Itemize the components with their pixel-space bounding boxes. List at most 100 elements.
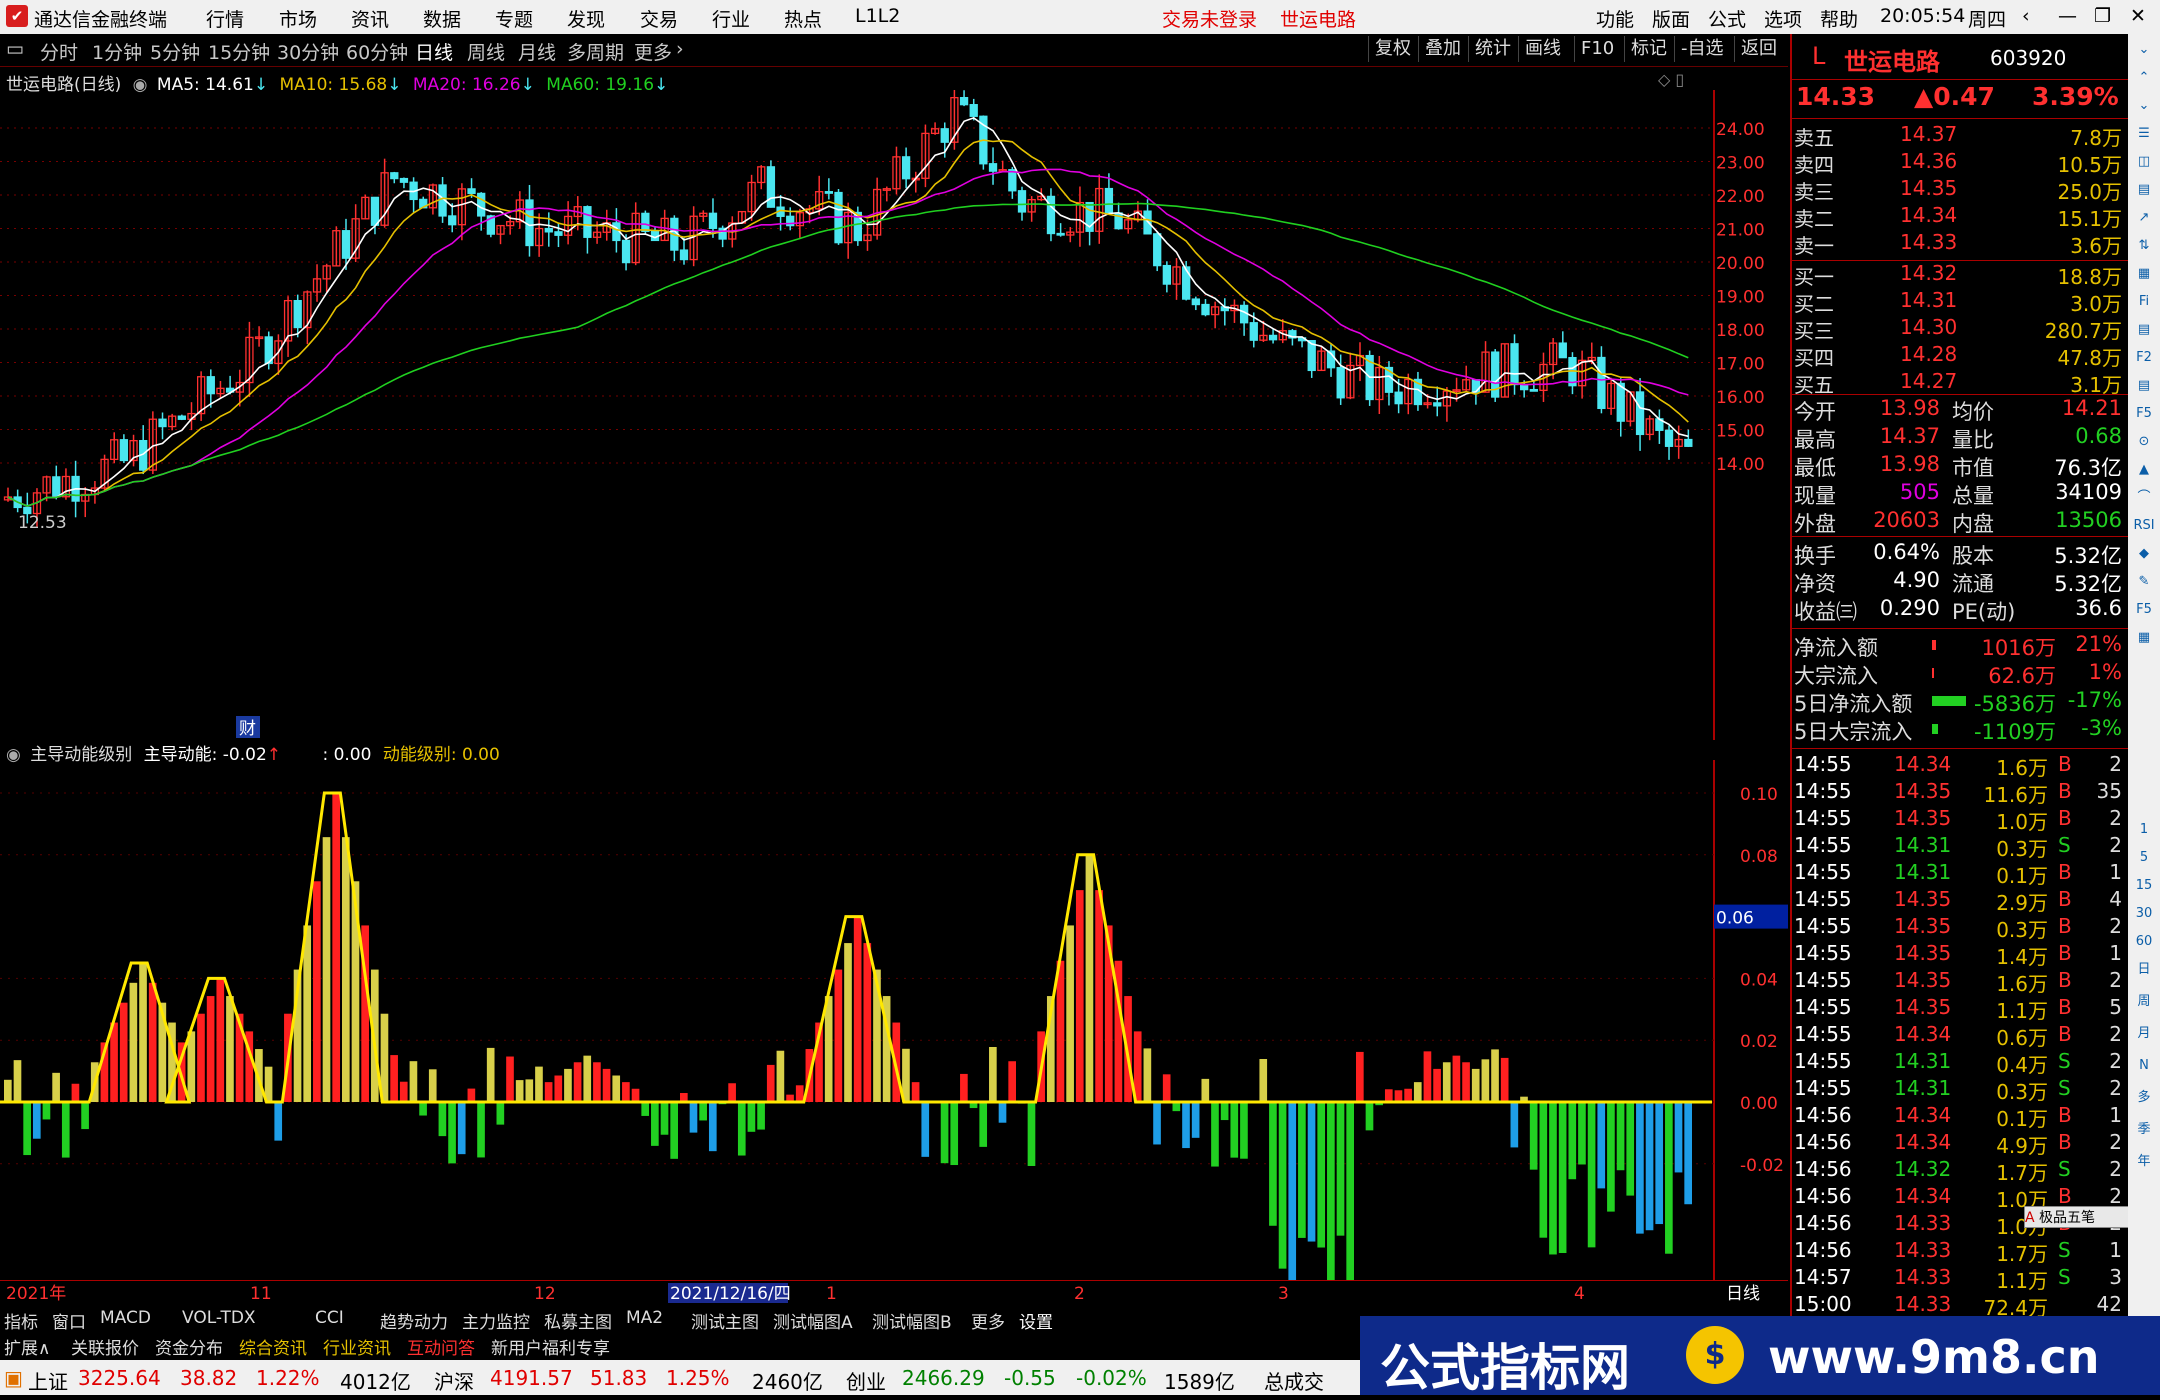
order-book-row[interactable]: 卖四 14.36 10.5万 [1792, 149, 2122, 177]
momentum-indicator-chart[interactable]: 0.10 0.08 0.04 0.02 0.00 -0.02 0.06 [0, 760, 1788, 1280]
strip-period-button[interactable]: 月 [2132, 1022, 2156, 1046]
more-chevron-icon[interactable]: › [676, 38, 684, 60]
tick-row[interactable]: 14:55 14.35 11.6万 B 35 [1792, 779, 2122, 807]
menu-formula[interactable]: 公式 [1708, 5, 1746, 32]
indicator-tab[interactable]: 更多 [971, 1308, 1005, 1333]
strip-period-number[interactable]: 30 [2132, 902, 2156, 926]
strip-tool-icon[interactable]: F5 [2132, 598, 2156, 622]
strip-tool-icon[interactable]: F5 [2132, 402, 2156, 426]
menu-industry[interactable]: 行业 [712, 5, 750, 32]
order-book-row[interactable]: 买三 14.30 280.7万 [1792, 315, 2122, 343]
tick-row[interactable]: 14:55 14.31 0.3万 S 2 [1792, 833, 2122, 861]
indicator-tab[interactable]: 测试主图 [691, 1308, 759, 1333]
menu-discover[interactable]: 发现 [567, 5, 605, 32]
strip-period-button[interactable]: 多 [2132, 1086, 2156, 1110]
order-book-row[interactable]: 买二 14.31 3.0万 [1792, 288, 2122, 316]
strip-tool-icon[interactable]: ⇅ [2132, 234, 2156, 258]
menu-function[interactable]: 功能 [1596, 5, 1634, 32]
menu-trade[interactable]: 交易 [640, 5, 678, 32]
order-book-row[interactable]: 卖五 14.37 7.8万 [1792, 122, 2122, 150]
menu-layout[interactable]: 版面 [1652, 5, 1690, 32]
menu-help[interactable]: 帮助 [1820, 5, 1858, 32]
menu-data[interactable]: 数据 [423, 5, 461, 32]
back-arrow-icon[interactable]: ‹ [2022, 5, 2030, 27]
tick-row[interactable]: 14:55 14.35 1.0万 B 2 [1792, 806, 2122, 834]
strip-tool-icon[interactable]: ◫ [2132, 150, 2156, 174]
indicator-tab[interactable]: 设置 [1019, 1308, 1053, 1333]
strip-tool-icon[interactable]: ⌄ [2132, 38, 2156, 62]
tab-60min[interactable]: 60分钟 [346, 38, 408, 65]
order-book-row[interactable]: 卖一 14.33 3.6万 [1792, 230, 2122, 258]
strip-period-number[interactable]: 15 [2132, 874, 2156, 898]
f10-button[interactable]: F10 [1574, 36, 1620, 62]
strip-period-button[interactable]: 周 [2132, 990, 2156, 1014]
fuquan-button[interactable]: 复权 [1368, 36, 1417, 62]
tab-30min[interactable]: 30分钟 [277, 38, 339, 65]
strip-tool-icon[interactable]: ☰ [2132, 122, 2156, 146]
tick-row[interactable]: 14:57 14.33 1.1万 S 3 [1792, 1265, 2122, 1293]
restore-icon[interactable]: ❐ [2094, 5, 2111, 27]
tick-row[interactable]: 14:56 14.34 0.1万 B 1 [1792, 1103, 2122, 1131]
menu-topic[interactable]: 专题 [495, 5, 533, 32]
indicator-tab[interactable]: 趋势动力 [380, 1308, 448, 1333]
strip-period-number[interactable]: 60 [2132, 930, 2156, 954]
chart-option-diamond-icon[interactable]: ◇ ▯ [1658, 70, 1684, 89]
strip-tool-icon[interactable]: ▦ [2132, 262, 2156, 286]
strip-tool-icon[interactable]: F2 [2132, 346, 2156, 370]
strip-tool-icon[interactable]: ▤ [2132, 318, 2156, 342]
indicator-tab[interactable]: CCI [315, 1308, 344, 1328]
strip-tool-icon[interactable]: ▲ [2132, 458, 2156, 482]
strip-tool-icon[interactable]: Fi [2132, 290, 2156, 314]
info-tab[interactable]: 新用户福利专享 [491, 1334, 610, 1359]
strip-tool-icon[interactable]: ⊙ [2132, 430, 2156, 454]
strip-tool-icon[interactable]: ◆ [2132, 542, 2156, 566]
strip-tool-icon[interactable]: ⌒ [2132, 486, 2156, 510]
sh-label[interactable]: 上证 [28, 1366, 68, 1395]
return-button[interactable]: 返回 [1734, 36, 1783, 62]
tick-row[interactable]: 14:56 14.34 4.9万 B 2 [1792, 1130, 2122, 1158]
strip-period-button[interactable]: N [2132, 1054, 2156, 1078]
strip-tool-icon[interactable]: ⌃ [2132, 66, 2156, 90]
order-book-row[interactable]: 卖二 14.34 15.1万 [1792, 203, 2122, 231]
order-book-row[interactable]: 买五 14.27 3.1万 [1792, 369, 2122, 397]
menu-options[interactable]: 选项 [1764, 5, 1802, 32]
tick-row[interactable]: 14:56 14.32 1.7万 S 2 [1792, 1157, 2122, 1185]
info-tab[interactable]: 行业资讯 [323, 1334, 391, 1359]
indicator-tab[interactable]: MACD [100, 1308, 151, 1328]
tab-1min[interactable]: 1分钟 [92, 38, 142, 65]
order-book-row[interactable]: 买一 14.32 18.8万 [1792, 261, 2122, 289]
menu-news[interactable]: 资讯 [351, 5, 389, 32]
period-menu-icon[interactable]: ▭ [6, 38, 24, 60]
tab-15min[interactable]: 15分钟 [208, 38, 270, 65]
strip-period-button[interactable]: 年 [2132, 1150, 2156, 1174]
tick-row[interactable]: 14:55 14.31 0.3万 S 2 [1792, 1076, 2122, 1104]
close-icon[interactable]: ✕ [2130, 5, 2146, 27]
indicator-tab[interactable]: 指标 [4, 1308, 38, 1333]
indicator-tab[interactable]: MA2 [626, 1308, 663, 1328]
tab-more[interactable]: 更多 [634, 38, 672, 65]
strip-tool-icon[interactable]: ✎ [2132, 570, 2156, 594]
order-book-row[interactable]: 买四 14.28 47.8万 [1792, 342, 2122, 370]
overlay-button[interactable]: 叠加 [1418, 36, 1467, 62]
mark-button[interactable]: 标记 [1624, 36, 1673, 62]
strip-period-number[interactable]: 5 [2132, 846, 2156, 870]
tab-5min[interactable]: 5分钟 [150, 38, 200, 65]
indicator-tab[interactable]: 主力监控 [462, 1308, 530, 1333]
strip-tool-icon[interactable]: ▤ [2132, 178, 2156, 202]
minimize-icon[interactable]: — [2058, 5, 2077, 27]
info-tab[interactable]: 综合资讯 [239, 1334, 307, 1359]
tab-weekly[interactable]: 周线 [467, 38, 505, 65]
tick-row[interactable]: 14:55 14.35 1.1万 B 5 [1792, 995, 2122, 1023]
tab-multi-period[interactable]: 多周期 [567, 38, 624, 65]
strip-tool-icon[interactable]: ▤ [2132, 374, 2156, 398]
strip-tool-icon[interactable]: ▦ [2132, 626, 2156, 650]
tick-row[interactable]: 14:55 14.34 0.6万 B 2 [1792, 1022, 2122, 1050]
tick-row[interactable]: 14:55 14.35 0.3万 B 2 [1792, 914, 2122, 942]
tick-row[interactable]: 14:55 14.31 0.4万 S 2 [1792, 1049, 2122, 1077]
strip-period-button[interactable]: 日 [2132, 958, 2156, 982]
tick-row[interactable]: 14:55 14.31 0.1万 B 1 [1792, 860, 2122, 888]
tick-row[interactable]: 14:55 14.35 2.9万 B 4 [1792, 887, 2122, 915]
draw-button[interactable]: 画线 [1518, 36, 1567, 62]
tab-daily[interactable]: 日线 [415, 38, 453, 65]
strip-period-number[interactable]: 1 [2132, 818, 2156, 842]
